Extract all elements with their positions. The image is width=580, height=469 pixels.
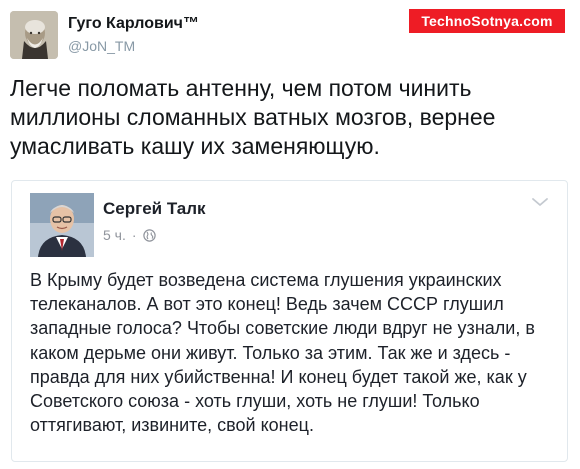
quoted-post-meta: 5 ч. · <box>103 227 156 243</box>
tweet-text: Легче поломать антенну, чем потом чинить… <box>10 75 496 159</box>
quoted-author-name[interactable]: Сергей Талк <box>103 199 206 219</box>
quoted-post[interactable]: Сергей Талк 5 ч. · В Крыму будет возведе… <box>11 180 568 462</box>
author-name[interactable]: Гуго Карлович™ <box>68 15 199 33</box>
quoted-post-timestamp[interactable]: 5 ч. <box>103 227 126 243</box>
quoted-author-avatar[interactable] <box>30 193 94 257</box>
author-handle[interactable]: @JoN_TM <box>68 38 135 54</box>
watermark: TechnoSotnya.com <box>409 9 565 33</box>
globe-icon <box>142 228 156 242</box>
chevron-down-icon[interactable] <box>531 195 549 207</box>
quoted-post-text: В Крыму будет возведена система глушения… <box>30 270 535 436</box>
meta-separator: · <box>131 227 137 243</box>
tweet: Гуго Карлович™ @JoN_TM TechnoSotnya.com … <box>0 0 580 469</box>
avatar[interactable] <box>10 11 58 59</box>
